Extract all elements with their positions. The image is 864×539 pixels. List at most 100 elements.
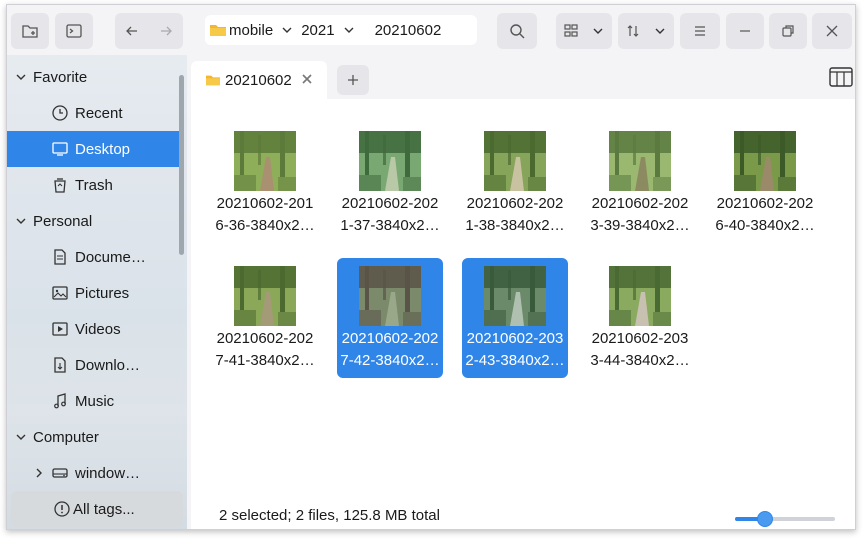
file-name: 20210602-202 7-42-3840x2… [340, 330, 440, 369]
sort-button[interactable] [618, 13, 674, 49]
toolbar: mobile 2021 20210602 [7, 5, 855, 55]
sidebar-group-personal[interactable]: Personal [7, 203, 181, 239]
image-thumbnail [609, 266, 671, 326]
image-thumbnail [234, 131, 296, 191]
folder-icon [210, 25, 226, 36]
minimize-icon [740, 30, 750, 32]
image-thumbnail [484, 266, 546, 326]
sidebar-item-downloads[interactable]: Downlo… [7, 347, 181, 383]
back-button[interactable] [115, 13, 149, 49]
breadcrumb: mobile 2021 20210602 [205, 15, 477, 45]
image-thumbnail [734, 131, 796, 191]
clock-icon [52, 105, 68, 121]
sidebar-item-music[interactable]: Music [7, 383, 181, 419]
forward-button[interactable] [149, 13, 183, 49]
file-item[interactable]: 20210602-202 3-39-3840x2… [587, 123, 693, 243]
file-name: 20210602-202 3-39-3840x2… [590, 195, 690, 234]
zoom-slider-handle[interactable] [757, 511, 773, 527]
tab-label: 20210602 [225, 71, 292, 89]
breadcrumb-item-20210602[interactable]: 20210602 [375, 22, 442, 39]
sidebar-item-documents[interactable]: Docume… [7, 239, 181, 275]
close-button[interactable] [812, 13, 852, 49]
file-item[interactable]: 20210602-202 7-41-3840x2… [212, 258, 318, 378]
file-name: 20210602-203 2-43-3840x2… [465, 330, 565, 369]
sidebar-item-windows-drive[interactable]: window… [7, 455, 181, 491]
sidebar-item-label: Trash [75, 176, 113, 194]
info-circle-icon [54, 501, 70, 517]
view-mode-button[interactable] [556, 13, 612, 49]
sidebar-item-label: Desktop [75, 140, 131, 158]
file-name: 20210602-202 6-40-3840x2… [715, 195, 815, 234]
navigation-buttons [115, 13, 183, 49]
file-item[interactable]: 20210602-202 1-38-3840x2… [462, 123, 568, 243]
file-item[interactable]: 20210602-202 1-37-3840x2… [337, 123, 443, 243]
file-name: 20210602-202 1-37-3840x2… [340, 195, 440, 234]
sidebar-item-label: Docume… [75, 248, 146, 266]
search-icon [510, 24, 525, 39]
folder-icon [206, 75, 220, 86]
sidebar: Favorite Recent Desktop Trash Personal D… [7, 55, 187, 529]
chevron-down-icon [16, 434, 26, 440]
file-name: 20210602-201 6-36-3840x2… [215, 195, 315, 234]
plus-icon [348, 75, 358, 85]
arrow-right-icon [161, 26, 172, 36]
maximize-button[interactable] [769, 13, 807, 49]
file-item[interactable]: 20210602-203 3-44-3840x2… [587, 258, 693, 378]
sidebar-group-computer[interactable]: Computer [7, 419, 181, 455]
video-icon [52, 322, 68, 336]
download-icon [54, 357, 66, 373]
music-icon [54, 393, 66, 409]
image-thumbnail [359, 131, 421, 191]
minimize-button[interactable] [726, 13, 764, 49]
file-manager-window: mobile 2021 20210602 Favorite Recent Des… [6, 4, 856, 530]
monitor-icon [52, 142, 68, 156]
sidebar-item-label: window… [75, 464, 141, 482]
chevron-right-icon[interactable] [33, 467, 45, 479]
sidebar-item-recent[interactable]: Recent [7, 95, 181, 131]
add-tab-button[interactable] [337, 65, 369, 95]
file-item[interactable]: 20210602-202 7-42-3840x2… [337, 258, 443, 378]
all-tags-label: All tags... [73, 500, 135, 518]
sidebar-scrollbar[interactable] [179, 75, 184, 255]
sidebar-item-videos[interactable]: Videos [7, 311, 181, 347]
close-icon [826, 25, 838, 37]
status-text: 2 selected; 2 files, 125.8 MB total [219, 507, 440, 524]
hamburger-menu-icon [695, 26, 705, 36]
chevron-down-icon [655, 28, 665, 34]
new-window-button[interactable] [11, 13, 49, 49]
file-item[interactable]: 20210602-203 2-43-3840x2… [462, 258, 568, 378]
close-tab-icon[interactable] [301, 73, 313, 85]
sidebar-item-label: Pictures [75, 284, 130, 302]
tab-20210602[interactable]: 20210602 [191, 61, 327, 99]
search-button[interactable] [497, 13, 537, 49]
chevron-down-icon [16, 218, 26, 224]
menu-button[interactable] [680, 13, 720, 49]
chevron-down-icon [16, 74, 26, 80]
breadcrumb-item-mobile[interactable]: mobile [229, 22, 273, 39]
sidebar-item-label: Videos [75, 320, 121, 338]
chevron-down-icon[interactable] [281, 24, 293, 36]
arrow-left-icon [126, 26, 137, 36]
file-item[interactable]: 20210602-202 6-40-3840x2… [712, 123, 818, 243]
file-name: 20210602-202 1-38-3840x2… [465, 195, 565, 234]
breadcrumb-item-2021[interactable]: 2021 [301, 22, 334, 39]
picture-icon [52, 286, 68, 300]
grid-view-icon [564, 24, 578, 37]
chevron-down-icon[interactable] [343, 24, 355, 36]
zoom-slider[interactable] [735, 511, 835, 527]
file-name: 20210602-203 3-44-3840x2… [590, 330, 690, 369]
terminal-button[interactable] [55, 13, 93, 49]
image-thumbnail [484, 131, 546, 191]
sidebar-item-pictures[interactable]: Pictures [7, 275, 181, 311]
image-thumbnail [359, 266, 421, 326]
sidebar-item-desktop[interactable]: Desktop [7, 131, 181, 167]
preview-panel-icon[interactable] [829, 67, 853, 87]
all-tags-button[interactable]: All tags... [11, 491, 183, 527]
sidebar-group-label: Personal [33, 212, 93, 230]
sidebar-item-trash[interactable]: Trash [7, 167, 181, 203]
restore-icon [782, 25, 794, 37]
chevron-down-icon [593, 28, 603, 34]
file-item[interactable]: 20210602-201 6-36-3840x2… [212, 123, 318, 243]
image-thumbnail [234, 266, 296, 326]
sidebar-group-favorite[interactable]: Favorite [7, 59, 181, 95]
